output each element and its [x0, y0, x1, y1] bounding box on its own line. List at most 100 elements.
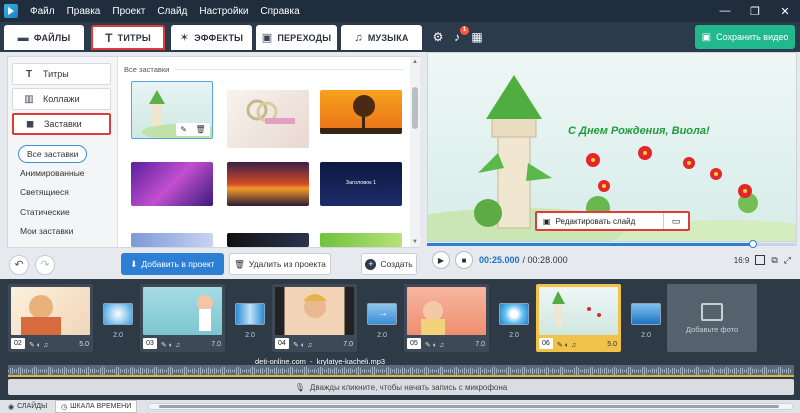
slide-tools[interactable]: ✎ ◐ ♫ — [425, 341, 444, 349]
scroll-thumb[interactable] — [412, 87, 418, 129]
timeline-slide[interactable]: 02 ✎ ◐ ♫ 5.0 — [8, 284, 93, 352]
tab-timeline[interactable]: ◷ ШКАЛА ВРЕМЕНИ — [55, 400, 138, 413]
timeline-slide[interactable]: 05 ✎ ◐ ♫ 7.0 — [404, 284, 489, 352]
menu-edit[interactable]: Правка — [61, 6, 107, 17]
intro-thumb[interactable] — [320, 233, 402, 247]
subitem-my-intros[interactable]: Мои заставки — [20, 226, 73, 236]
waveform-bar — [336, 367, 337, 375]
timeline-scrollbar[interactable] — [148, 403, 793, 410]
intro-thumb[interactable] — [227, 233, 309, 247]
stop-button[interactable]: ■ — [455, 251, 473, 269]
waveform-bar — [738, 369, 739, 373]
timeline-slide[interactable]: 03 ✎ ◐ ♫ 7.0 — [140, 284, 225, 352]
subitem-animated[interactable]: Анимированные — [20, 168, 85, 178]
intro-thumb[interactable]: Заголовок 1 — [320, 162, 402, 206]
gallery-scrollbar[interactable]: ▲ ▼ — [410, 57, 420, 247]
aspect-ratio[interactable]: 16:9 — [734, 256, 750, 265]
waveform-bar — [232, 369, 233, 373]
slide-tools[interactable]: ✎ ◐ ♫ — [557, 341, 576, 349]
subitem-glowing[interactable]: Светящиеся — [20, 187, 69, 197]
pencil-icon[interactable]: ✎ — [180, 125, 187, 134]
waveform-bar — [776, 369, 777, 373]
tab-titles[interactable]: T ТИТРЫ — [91, 25, 165, 50]
menu-help[interactable]: Справка — [254, 6, 305, 17]
timeline-slide[interactable]: 04 ✎ ◐ ♫ 7.0 — [272, 284, 357, 352]
subitem-static[interactable]: Статические — [20, 207, 70, 217]
waveform-bar — [542, 369, 543, 373]
expand-icon[interactable]: ⤢ — [784, 255, 791, 266]
intro-thumb[interactable] — [227, 162, 309, 206]
sidebar-item-collages[interactable]: ▥ Коллажи — [12, 88, 111, 110]
transition-thumbnail[interactable] — [103, 303, 133, 325]
waveform-bar — [696, 366, 697, 376]
fullscreen-icon[interactable] — [755, 255, 766, 265]
waveform-bar — [456, 366, 457, 376]
waveform-bar — [396, 367, 397, 375]
main-tab-strip: ▬ ФАЙЛЫ T ТИТРЫ ✶ ЭФФЕКТЫ ▣ ПЕРЕХОДЫ ♫ М… — [0, 22, 800, 52]
text-box-icon[interactable]: ▭ — [664, 216, 688, 227]
minimize-button[interactable]: — — [710, 0, 740, 22]
waveform-bar — [718, 369, 719, 373]
edit-slide-button[interactable]: ▣ Редактировать слайд ▭ — [535, 211, 690, 231]
timeline-slide-active[interactable]: 06 ✎ ◐ ♫ 5.0 — [536, 284, 621, 352]
intro-thumb[interactable] — [131, 162, 213, 206]
gear-icon[interactable]: ⚙ — [431, 30, 445, 44]
transition-thumbnail[interactable] — [631, 303, 661, 325]
tab-slides[interactable]: ◉ СЛАЙДЫ — [3, 400, 52, 413]
transition-thumbnail[interactable] — [235, 303, 265, 325]
waveform-bar — [354, 369, 355, 373]
intro-thumb[interactable] — [227, 90, 309, 148]
playback-progress-bar[interactable] — [427, 240, 797, 248]
waveform-bar — [278, 368, 279, 374]
intro-thumb[interactable] — [320, 90, 402, 134]
waveform-bar — [292, 367, 293, 375]
redo-button[interactable]: ↷ — [35, 255, 55, 275]
play-button[interactable]: ▶ — [432, 251, 450, 269]
bell-icon[interactable]: ♪ 1 — [450, 26, 469, 44]
sidebar-item-intros[interactable]: ◼ Заставки — [12, 113, 111, 135]
tab-music[interactable]: ♫ МУЗЫКА — [341, 25, 422, 50]
waveform-bar — [706, 369, 707, 373]
transition-thumbnail[interactable]: → — [367, 303, 397, 325]
maximize-button[interactable]: ❐ — [740, 0, 770, 22]
menu-project[interactable]: Проект — [106, 6, 151, 17]
preview-title-text[interactable]: С Днем Рождения, Виола! — [568, 125, 710, 137]
snapshot-icon[interactable]: ⧉ — [771, 255, 777, 266]
intro-thumb[interactable] — [131, 233, 213, 247]
waveform-bar — [564, 368, 565, 374]
tab-files[interactable]: ▬ ФАЙЛЫ — [4, 25, 84, 50]
slide-tools[interactable]: ✎ ◐ ♫ — [293, 341, 312, 349]
transition-thumbnail[interactable] — [499, 303, 529, 325]
waveform-bar — [458, 368, 459, 374]
subitem-all-intros[interactable]: Все заставки — [18, 145, 88, 163]
tab-transitions[interactable]: ▣ ПЕРЕХОДЫ — [256, 25, 337, 50]
undo-button[interactable]: ↶ — [9, 255, 29, 275]
timeline-scroll-thumb[interactable] — [159, 405, 779, 408]
slide-tools[interactable]: ✎ ◐ ♫ — [29, 341, 48, 349]
waveform-bar — [592, 367, 593, 375]
slide-tools[interactable]: ✎ ◐ ♫ — [161, 341, 180, 349]
trash-icon[interactable]: 🗑 — [196, 125, 206, 134]
tab-effects[interactable]: ✶ ЭФФЕКТЫ — [171, 25, 252, 50]
sidebar-item-titles[interactable]: T Титры — [12, 63, 111, 85]
scroll-up-icon[interactable]: ▲ — [410, 57, 420, 67]
menu-slide[interactable]: Слайд — [151, 6, 193, 17]
menu-file[interactable]: Файл — [24, 6, 61, 17]
add-to-project-button[interactable]: ⬇ Добавить в проект — [121, 253, 224, 275]
menu-settings[interactable]: Настройки — [193, 6, 254, 17]
image-add-icon — [701, 302, 723, 321]
remove-from-project-button[interactable]: 🗑 Удалить из проекта — [229, 253, 331, 275]
clock-icon: ◷ — [61, 403, 68, 411]
waveform-bar — [40, 369, 41, 373]
audio-waveform[interactable] — [8, 365, 794, 377]
gallery-icon[interactable]: ▦ — [470, 30, 484, 44]
waveform-bar — [160, 368, 161, 374]
close-button[interactable]: ✕ — [770, 0, 800, 22]
add-photo-placeholder[interactable]: Добавьте фото — [667, 284, 757, 352]
create-button[interactable]: + Создать — [361, 253, 417, 275]
mic-record-track[interactable]: 🎙 Дважды кликните, чтобы начать запись с… — [8, 379, 794, 395]
waveform-bar — [146, 367, 147, 375]
save-video-button[interactable]: ▣ Сохранить видео — [695, 25, 795, 49]
scroll-down-icon[interactable]: ▼ — [410, 237, 420, 247]
intro-thumb[interactable]: ✎ 🗑 — [131, 81, 213, 139]
